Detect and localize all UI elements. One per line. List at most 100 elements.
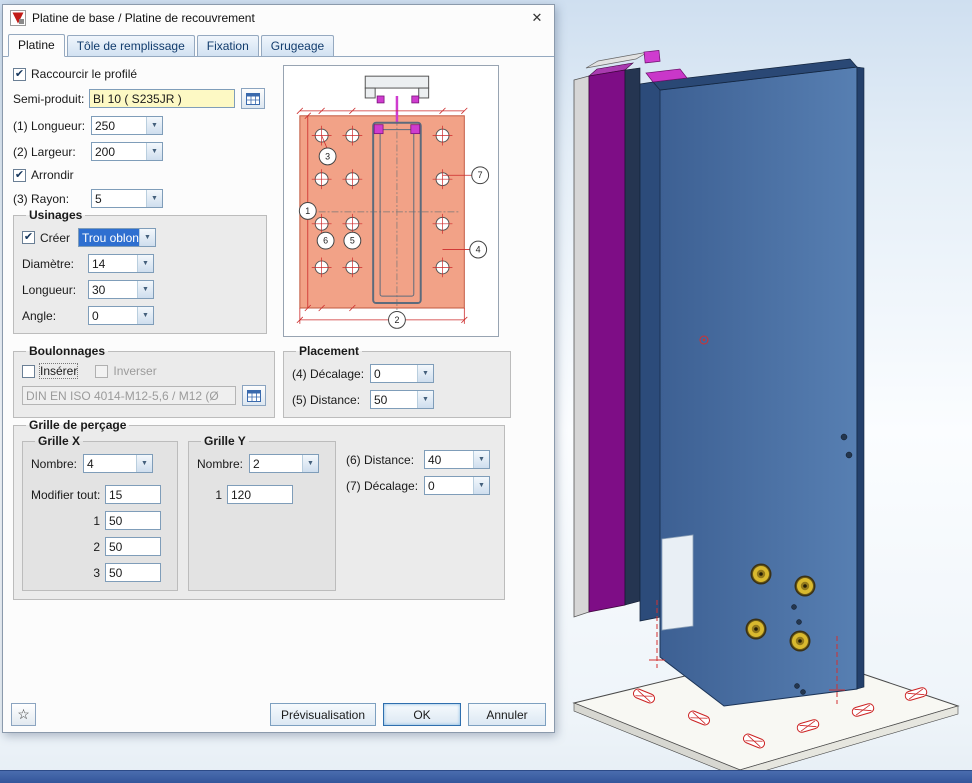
dropdown-value: 0 xyxy=(425,477,473,494)
bolt-catalog-button[interactable] xyxy=(242,385,266,406)
inverser-checkbox: Inverser xyxy=(95,364,156,378)
dialog-content: ✔ Raccourcir le profilé Semi-produit: BI… xyxy=(3,57,554,702)
cancel-button[interactable]: Annuler xyxy=(468,703,546,726)
usinage-longueur-label: Longueur: xyxy=(22,283,88,297)
grille-de-percage-group: Grille de perçage Grille X Nombre: 4 ▼ xyxy=(13,418,505,600)
check-glyph: ✔ xyxy=(15,170,24,181)
steel-column xyxy=(640,50,864,706)
chevron-down-icon[interactable]: ▼ xyxy=(146,117,162,134)
table-icon xyxy=(247,390,261,402)
modifier-tout-label: Modifier tout: xyxy=(31,488,105,502)
chevron-down-icon[interactable]: ▼ xyxy=(473,451,489,468)
decalage7-dropdown[interactable]: 0 ▼ xyxy=(424,476,490,495)
distance5-label: (5) Distance: xyxy=(292,393,370,407)
chevron-down-icon[interactable]: ▼ xyxy=(302,455,318,472)
chevron-down-icon[interactable]: ▼ xyxy=(417,391,433,408)
rayon-dropdown[interactable]: 5 ▼ xyxy=(91,189,163,208)
bolt xyxy=(795,576,816,597)
tab-tole-de-remplissage[interactable]: Tôle de remplissage xyxy=(67,35,195,56)
star-icon: ☆ xyxy=(17,706,30,723)
grille-title: Grille de perçage xyxy=(26,418,129,432)
grille-x-row-label: 3 xyxy=(31,566,105,580)
callout-1: 1 xyxy=(305,206,310,216)
dropdown-value: 14 xyxy=(89,255,137,272)
grille-y-nombre-dropdown[interactable]: 2 ▼ xyxy=(249,454,319,473)
inserer-checkbox[interactable]: Insérer xyxy=(22,364,77,378)
grille-y-group: Grille Y Nombre: 2 ▼ 1 120 xyxy=(188,434,336,591)
arrondir-label: Arrondir xyxy=(31,168,74,182)
semi-product-label: Semi-produit: xyxy=(13,92,89,106)
diametre-dropdown[interactable]: 14 ▼ xyxy=(88,254,154,273)
grille-y-nombre-label: Nombre: xyxy=(197,457,249,471)
rayon-label: (3) Rayon: xyxy=(13,192,91,206)
chevron-down-icon[interactable]: ▼ xyxy=(137,307,153,324)
chevron-down-icon[interactable]: ▼ xyxy=(137,281,153,298)
column-notch xyxy=(662,535,693,630)
modifier-tout-field[interactable]: 15 xyxy=(105,485,161,504)
tab-fixation[interactable]: Fixation xyxy=(197,35,259,56)
boulonnages-title: Boulonnages xyxy=(26,344,108,358)
grille-y-row-field[interactable]: 120 xyxy=(227,485,293,504)
chevron-down-icon[interactable]: ▼ xyxy=(473,477,489,494)
chevron-down-icon[interactable]: ▼ xyxy=(137,255,153,272)
bolt-standard-field: DIN EN ISO 4014-M12-5,6 / M12 (Ø xyxy=(22,386,236,405)
application-window: Platine de base / Platine de recouvremen… xyxy=(0,0,972,782)
chevron-down-icon[interactable]: ▼ xyxy=(417,365,433,382)
distance6-label: (6) Distance: xyxy=(346,453,424,467)
tab-bar: Platine Tôle de remplissage Fixation Gru… xyxy=(3,31,554,57)
distance6-dropdown[interactable]: 40 ▼ xyxy=(424,450,490,469)
decalage4-dropdown[interactable]: 0 ▼ xyxy=(370,364,434,383)
titlebar[interactable]: Platine de base / Platine de recouvremen… xyxy=(3,5,554,31)
profile-section-view xyxy=(365,76,428,98)
usinages-title: Usinages xyxy=(26,208,85,222)
check-glyph: ✔ xyxy=(24,232,33,243)
dialog-platine-de-base: Platine de base / Platine de recouvremen… xyxy=(2,4,555,733)
profile-catalog-button[interactable] xyxy=(241,88,265,109)
dropdown-value: Trou oblon xyxy=(79,229,139,246)
ok-button[interactable]: OK xyxy=(383,703,461,726)
grille-x-row-field[interactable]: 50 xyxy=(105,511,161,530)
grille-x-title: Grille X xyxy=(35,434,83,448)
angle-dropdown[interactable]: 0 ▼ xyxy=(88,306,154,325)
chevron-down-icon[interactable]: ▼ xyxy=(139,229,155,246)
table-icon xyxy=(246,93,260,105)
dropdown-value: 200 xyxy=(92,143,146,160)
chevron-down-icon[interactable]: ▼ xyxy=(136,455,152,472)
raccourcir-label: Raccourcir le profilé xyxy=(31,67,137,81)
dropdown-value: 50 xyxy=(371,391,417,408)
bolt xyxy=(790,631,811,652)
chevron-down-icon[interactable]: ▼ xyxy=(146,143,162,160)
grille-x-row-field[interactable]: 50 xyxy=(105,563,161,582)
status-strip xyxy=(0,770,972,783)
grille-x-row-label: 2 xyxy=(31,540,105,554)
creer-checkbox[interactable]: ✔ Créer xyxy=(22,231,70,245)
checkbox-checked-icon: ✔ xyxy=(13,68,26,81)
callout-5: 5 xyxy=(350,236,355,246)
usinages-group: Usinages ✔ Créer Trou oblon ▼ Diamètre: … xyxy=(13,208,267,334)
favorite-button[interactable]: ☆ xyxy=(11,703,36,726)
tab-platine[interactable]: Platine xyxy=(8,34,65,57)
grille-y-row-label: 1 xyxy=(197,488,227,502)
raccourcir-checkbox[interactable]: ✔ Raccourcir le profilé xyxy=(13,67,137,81)
tab-grugeage[interactable]: Grugeage xyxy=(261,35,334,56)
hole-type-dropdown[interactable]: Trou oblon ▼ xyxy=(78,228,156,247)
distance5-dropdown[interactable]: 50 ▼ xyxy=(370,390,434,409)
grille-x-nombre-dropdown[interactable]: 4 ▼ xyxy=(83,454,153,473)
dialog-title: Platine de base / Platine de recouvremen… xyxy=(32,11,255,25)
bolt xyxy=(751,564,772,585)
preview-button[interactable]: Prévisualisation xyxy=(270,703,376,726)
chevron-down-icon[interactable]: ▼ xyxy=(146,190,162,207)
longueur-label: (1) Longueur: xyxy=(13,119,91,133)
grille-x-row-field[interactable]: 50 xyxy=(105,537,161,556)
dropdown-value: 2 xyxy=(250,455,302,472)
close-icon[interactable]: ✕ xyxy=(527,10,547,26)
dropdown-value: 40 xyxy=(425,451,473,468)
largeur-dropdown[interactable]: 200 ▼ xyxy=(91,142,163,161)
usinage-longueur-dropdown[interactable]: 30 ▼ xyxy=(88,280,154,299)
longueur-dropdown[interactable]: 250 ▼ xyxy=(91,116,163,135)
3d-model-viewport[interactable] xyxy=(556,0,972,770)
grille-x-group: Grille X Nombre: 4 ▼ Modifier tout: 15 xyxy=(22,434,178,591)
arrondir-checkbox[interactable]: ✔ Arrondir xyxy=(13,168,74,182)
semi-product-field[interactable]: BI 10 ( S235JR ) xyxy=(89,89,235,108)
dropdown-value: 5 xyxy=(92,190,146,207)
